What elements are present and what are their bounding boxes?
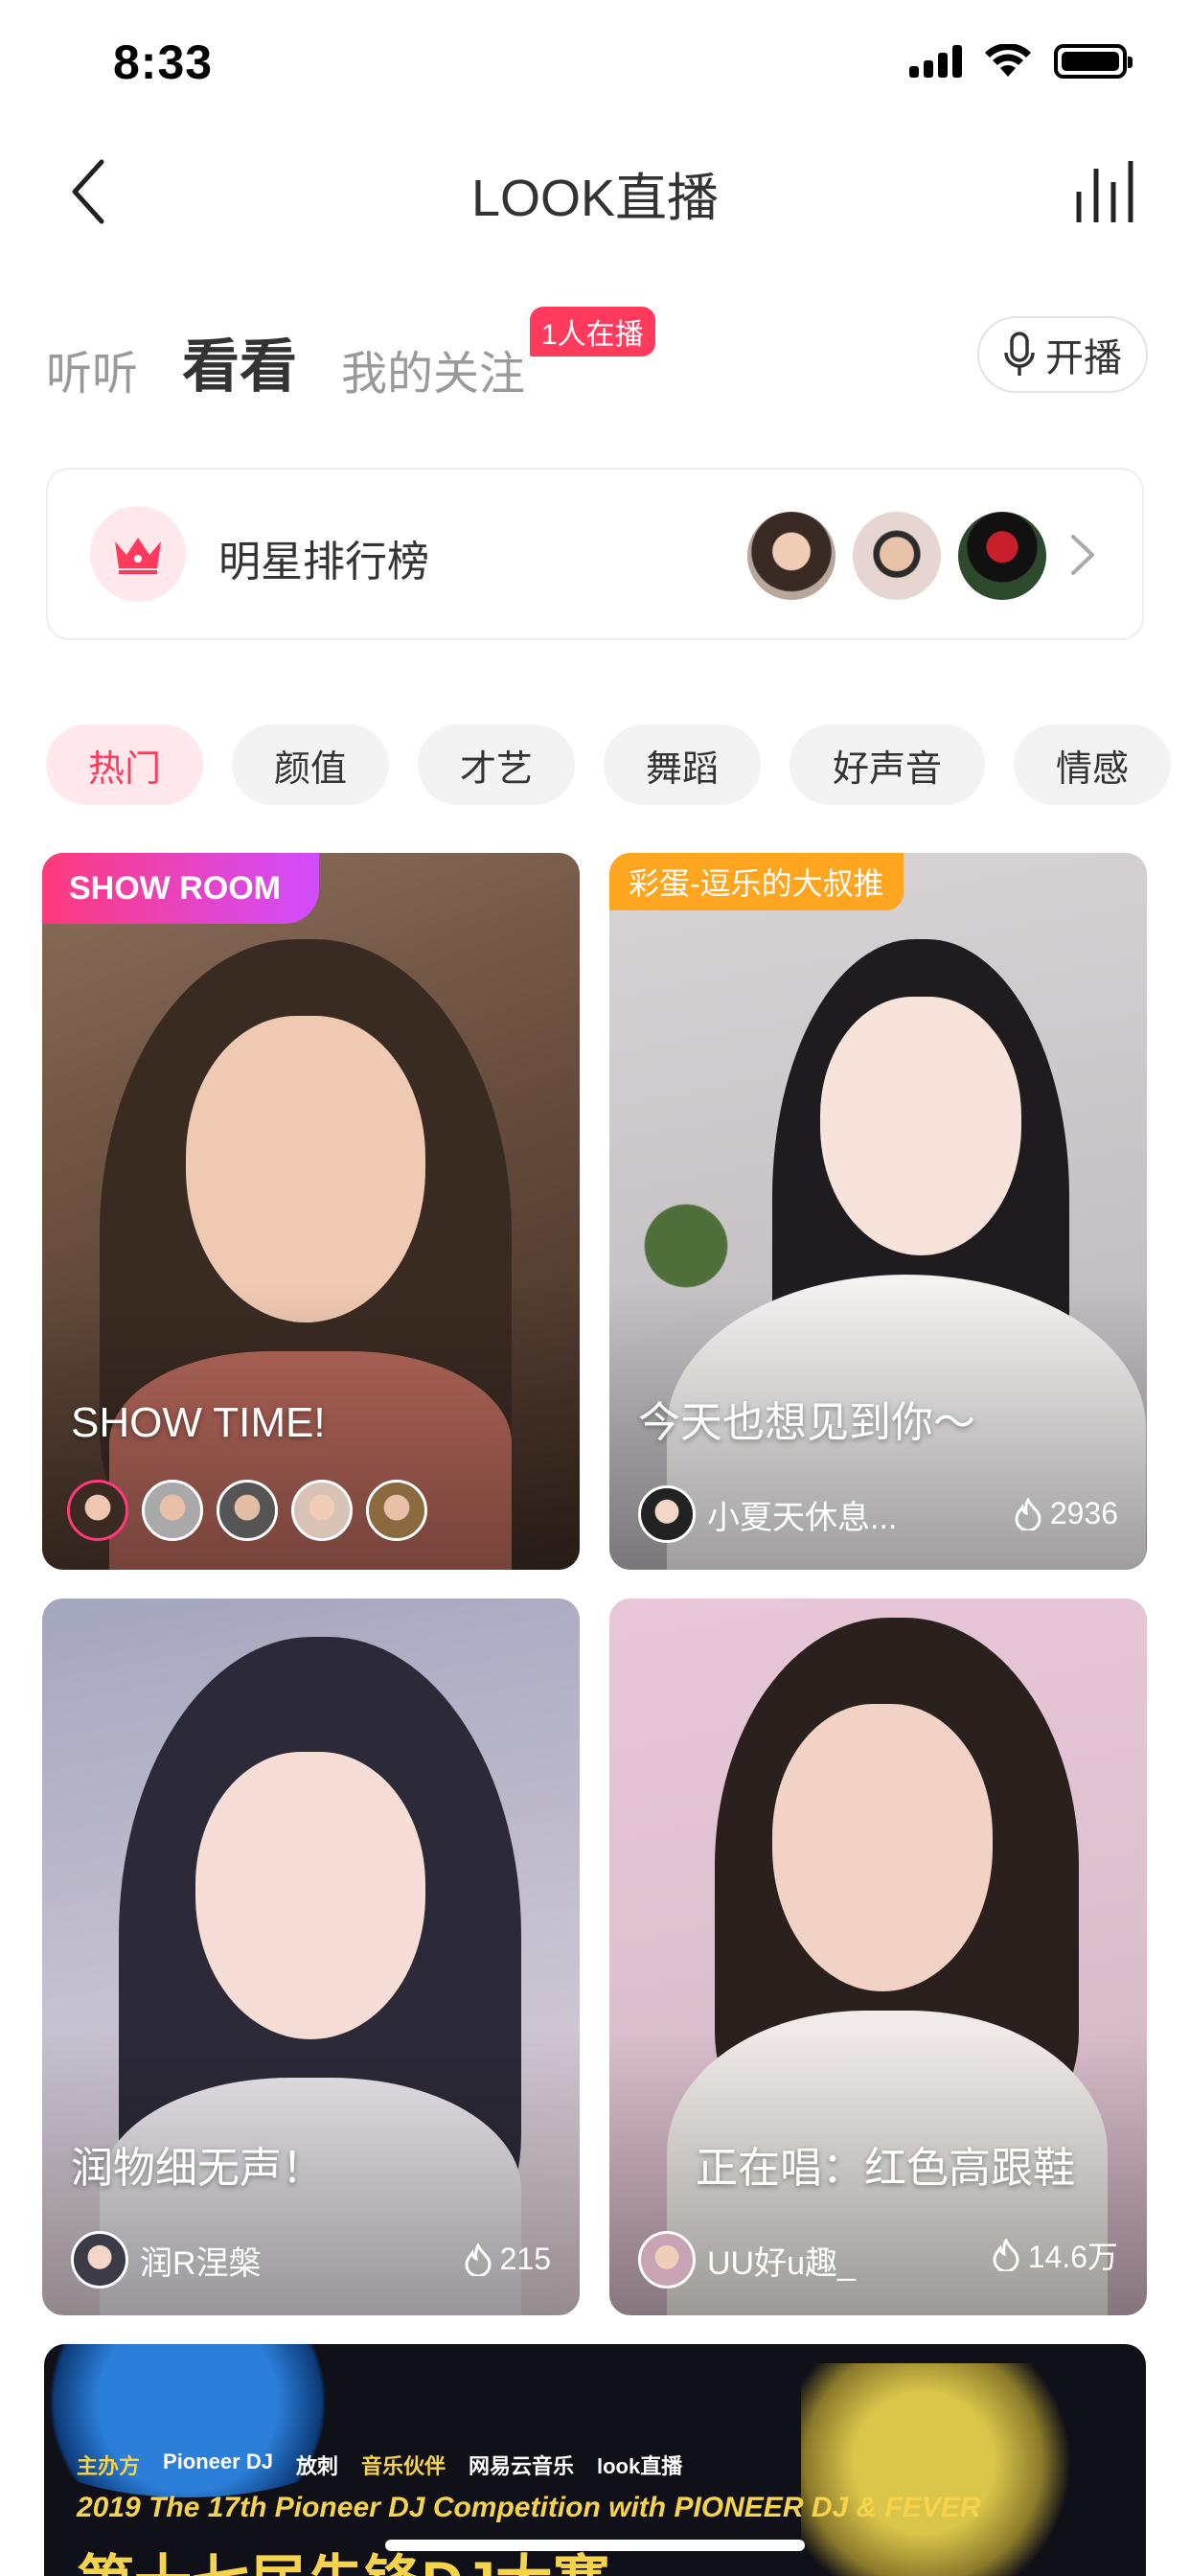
- avatar: [217, 1480, 278, 1541]
- user-name: 润R涅槃: [140, 2244, 262, 2282]
- microphone-icon: [1004, 332, 1035, 376]
- organizer-brand-2: 放刺: [295, 2454, 338, 2478]
- card-user: 小夏天休息...: [638, 1485, 897, 1543]
- heat-count: 215: [464, 2242, 551, 2277]
- live-card[interactable]: 润物细无声！ 润R涅槃 215: [42, 1598, 580, 2315]
- category-chips: 热门 颜值 才艺 舞蹈 好声音 情感: [46, 724, 1190, 807]
- chip-voice[interactable]: 好声音: [790, 724, 985, 805]
- nav-bar: LOOK直播: [0, 126, 1190, 251]
- card-caption: 正在唱：红色高跟鞋: [696, 2145, 1075, 2192]
- avatar: [142, 1480, 203, 1541]
- tab-bar: 听听 看看 我的关注 1人在播 开播: [46, 307, 1148, 402]
- avatar: [366, 1480, 427, 1541]
- avatar: [853, 512, 941, 600]
- battery-icon: [1054, 44, 1133, 79]
- organizer-brand: Pioneer DJ: [163, 2450, 273, 2473]
- avatar: [638, 2231, 696, 2288]
- organizer-label: 主办方: [77, 2454, 141, 2478]
- live-card[interactable]: 彩蛋-逗乐的大叔推 今天也想见到你～ 小夏天休息... 2936: [609, 853, 1147, 1570]
- start-broadcast-label: 开播: [1045, 337, 1122, 380]
- page-title: LOOK直播: [470, 170, 720, 227]
- partner-1: 网易云音乐: [468, 2454, 574, 2478]
- card-caption: 今天也想见到你～: [638, 1399, 975, 1446]
- card-user: 润R涅槃: [71, 2231, 262, 2288]
- avatar: [71, 2231, 128, 2288]
- avatar: [291, 1480, 353, 1541]
- live-count-badge: 1人在播: [530, 307, 655, 356]
- chip-looks[interactable]: 颜值: [232, 724, 389, 805]
- flame-icon: [993, 2239, 1019, 2271]
- flame-icon: [465, 2242, 492, 2276]
- card-caption: 润物细无声！: [71, 2145, 324, 2192]
- heat-count: 14.6万: [992, 2233, 1118, 2277]
- heat-count: 2936: [1014, 1496, 1118, 1531]
- heat-value: 215: [499, 2242, 551, 2276]
- avatar: [747, 512, 835, 600]
- promo-tag: 彩蛋-逗乐的大叔推: [609, 853, 904, 910]
- live-card[interactable]: SHOW ROOM SHOW TIME!: [42, 853, 580, 1570]
- tab-watch[interactable]: 看看: [182, 320, 297, 402]
- partner-2: look直播: [597, 2454, 683, 2478]
- ranking-avatars: [747, 512, 1046, 600]
- banner-headline: 2019 The 17th Pioneer DJ Competition wit…: [77, 2492, 981, 2523]
- chip-hot[interactable]: 热门: [46, 724, 203, 805]
- chevron-right-icon: [1071, 535, 1094, 575]
- tab-listen[interactable]: 听听: [46, 335, 138, 402]
- avatar: [67, 1480, 128, 1541]
- showroom-tag: SHOW ROOM: [42, 853, 319, 924]
- partner-label: 音乐伙伴: [360, 2454, 446, 2478]
- chip-emotion[interactable]: 情感: [1014, 724, 1171, 805]
- live-card[interactable]: 正在唱：红色高跟鞋 UU好u趣_ 14.6万: [609, 1598, 1147, 2315]
- card-user: UU好u趣_: [638, 2231, 856, 2288]
- viewer-avatars: [67, 1480, 427, 1541]
- tab-following[interactable]: 我的关注: [341, 335, 525, 402]
- heat-value: 14.6万: [1027, 2240, 1118, 2274]
- card-caption: SHOW TIME!: [71, 1399, 326, 1446]
- avatar: [638, 1485, 696, 1543]
- star-ranking-card[interactable]: 明星排行榜: [46, 468, 1144, 640]
- start-broadcast-button[interactable]: 开播: [977, 316, 1148, 393]
- flame-icon: [1015, 1497, 1041, 1530]
- chip-dance[interactable]: 舞蹈: [604, 724, 761, 805]
- wifi-icon: [985, 44, 1031, 77]
- status-icons: [909, 44, 1133, 79]
- signal-icon: [909, 45, 962, 78]
- sound-bars-icon[interactable]: [1073, 159, 1140, 222]
- avatar: [958, 512, 1046, 600]
- home-indicator: [385, 2540, 805, 2551]
- status-time: 8:33: [113, 35, 214, 89]
- crown-icon: [90, 506, 186, 602]
- heat-value: 2936: [1049, 1496, 1118, 1530]
- user-name: UU好u趣_: [707, 2244, 856, 2282]
- user-name: 小夏天休息...: [707, 1499, 898, 1536]
- banner-sponsors: 主办方 Pioneer DJ 放刺 音乐伙伴 网易云音乐 look直播: [77, 2450, 682, 2480]
- chip-talent[interactable]: 才艺: [418, 724, 575, 805]
- status-bar: 8:33: [0, 0, 1190, 126]
- ranking-title: 明星排行榜: [218, 539, 429, 586]
